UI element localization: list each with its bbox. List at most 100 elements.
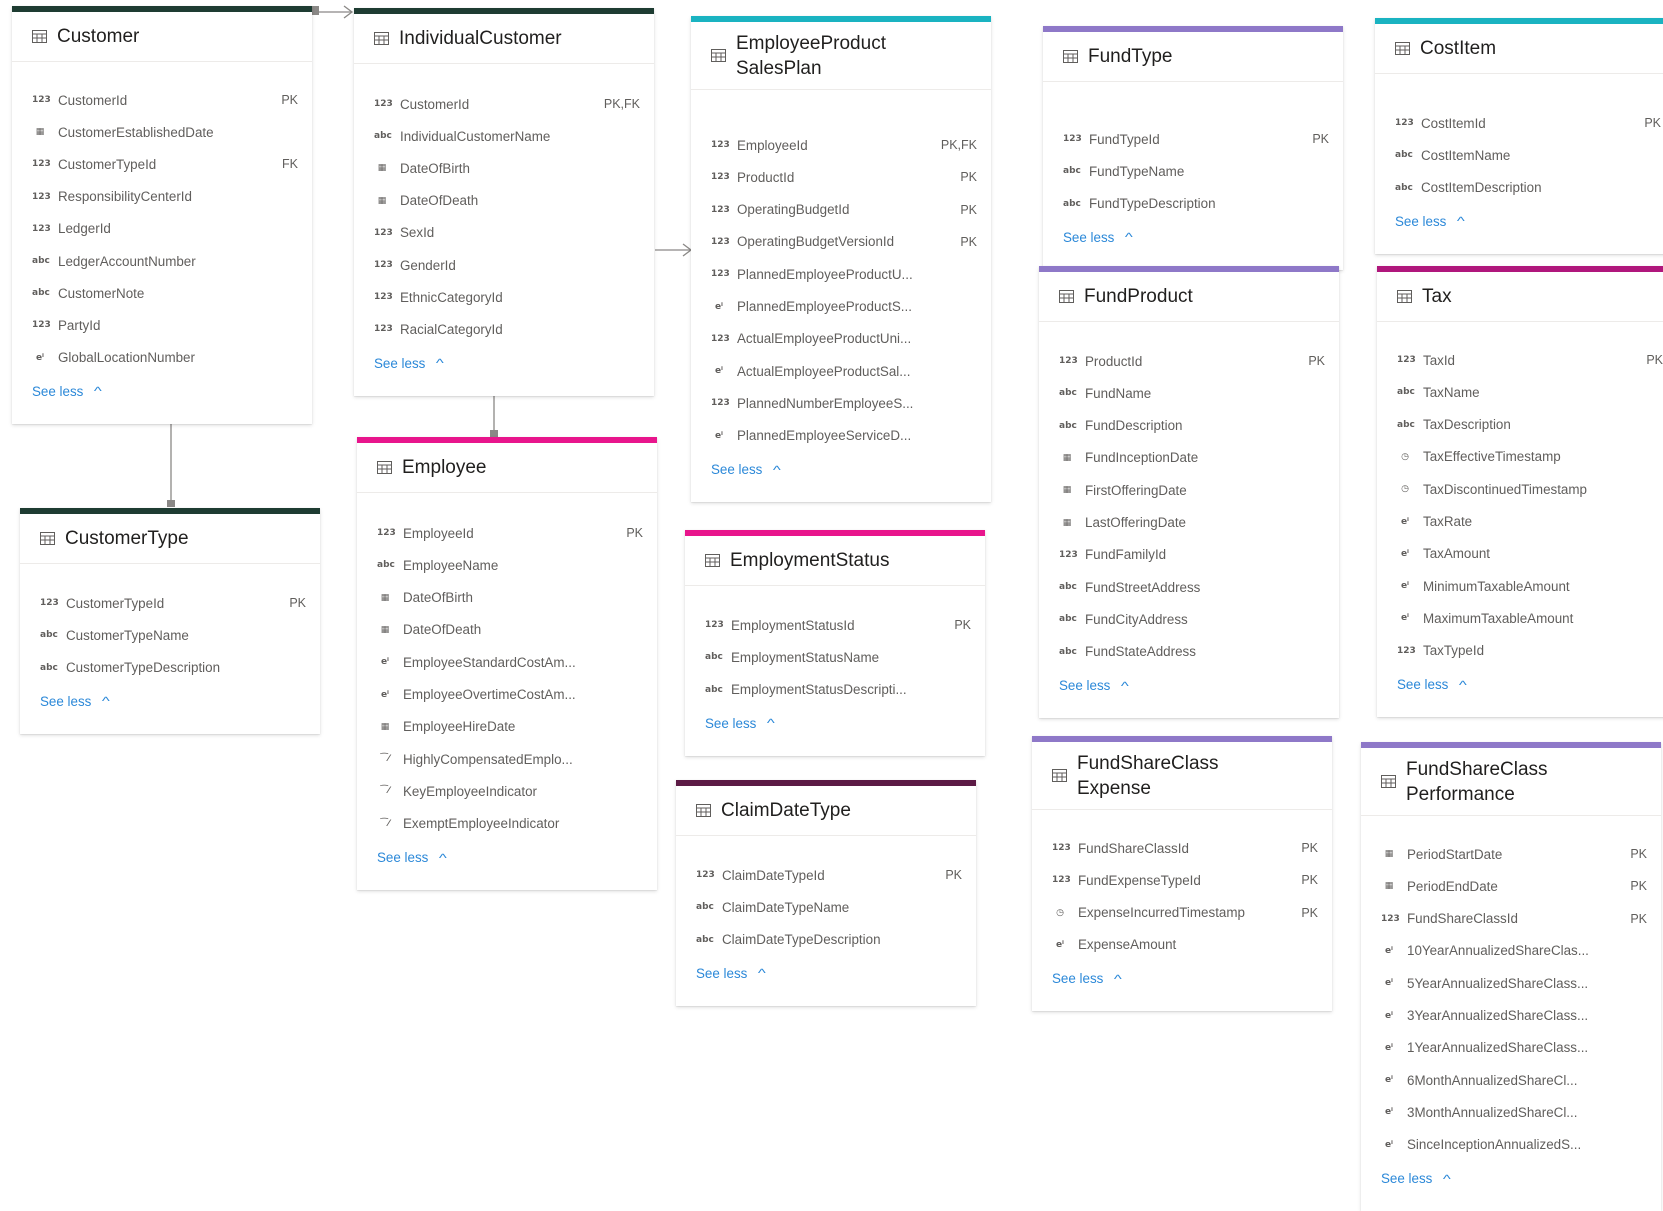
column-row[interactable]: abc CustomerNote bbox=[32, 283, 298, 303]
entity-header[interactable]: EmployeeProduct SalesPlan bbox=[691, 22, 991, 90]
column-row[interactable]: 123 PlannedNumberEmployeeS... bbox=[711, 393, 977, 413]
column-row[interactable]: eⁱ 3MonthAnnualizedShareCl... bbox=[1381, 1102, 1647, 1122]
column-row[interactable]: ▦ FirstOfferingDate bbox=[1059, 480, 1325, 500]
column-row[interactable]: abc IndividualCustomerName bbox=[374, 126, 640, 146]
see-less-link[interactable]: See less ^ bbox=[711, 462, 781, 477]
column-row[interactable]: 123 OperatingBudgetId PK bbox=[711, 200, 977, 220]
entity-card-fundproduct[interactable]: FundProduct 123 ProductId PK abc FundName abc F… bbox=[1039, 266, 1339, 718]
see-less-link[interactable]: See less ^ bbox=[705, 716, 775, 731]
column-row[interactable]: abc EmploymentStatusName bbox=[705, 647, 971, 667]
column-row[interactable]: ▦ CustomerEstablishedDate bbox=[32, 122, 298, 142]
entity-card-fundshareclassperformance[interactable]: FundShareClass Performance ▦ PeriodStartDat… bbox=[1361, 742, 1661, 1211]
column-row[interactable]: eⁱ MaximumTaxableAmount bbox=[1397, 608, 1663, 628]
column-row[interactable]: ▦ PeriodStartDate PK bbox=[1381, 844, 1647, 864]
column-row[interactable]: abc TaxDescription bbox=[1397, 415, 1663, 435]
column-row[interactable]: abc EmploymentStatusDescripti... bbox=[705, 680, 971, 700]
see-less-link[interactable]: See less ^ bbox=[1059, 678, 1129, 693]
column-row[interactable]: ◷ ExpenseIncurredTimestamp PK bbox=[1052, 903, 1318, 923]
column-row[interactable]: ▦ DateOfDeath bbox=[374, 191, 640, 211]
column-row[interactable]: abc CustomerTypeDescription bbox=[40, 658, 306, 678]
column-row[interactable]: eⁱ EmployeeOvertimeCostAm... bbox=[377, 685, 643, 705]
column-row[interactable]: abc CostItemDescription bbox=[1395, 178, 1661, 198]
column-row[interactable]: 123 ProductId PK bbox=[711, 167, 977, 187]
column-row[interactable]: 123 PlannedEmployeeProductU... bbox=[711, 264, 977, 284]
column-row[interactable]: abc ClaimDateTypeDescription bbox=[696, 930, 962, 950]
column-row[interactable]: 123 OperatingBudgetVersionId PK bbox=[711, 232, 977, 252]
entity-header[interactable]: FundType bbox=[1043, 32, 1343, 82]
column-row[interactable]: 123 FundShareClassId PK bbox=[1381, 909, 1647, 929]
column-row[interactable]: eⁱ 6MonthAnnualizedShareCl... bbox=[1381, 1070, 1647, 1090]
entity-card-tax[interactable]: Tax 123 TaxId PK abc TaxName abc TaxDescription… bbox=[1377, 266, 1663, 717]
column-row[interactable]: eⁱ PlannedEmployeeServiceD... bbox=[711, 426, 977, 446]
column-row[interactable]: ▦ EmployeeHireDate bbox=[377, 717, 643, 737]
column-row[interactable]: abc FundTypeDescription bbox=[1063, 194, 1329, 214]
column-row[interactable]: ▦ FundInceptionDate bbox=[1059, 448, 1325, 468]
entity-header[interactable]: ClaimDateType bbox=[676, 786, 976, 836]
column-row[interactable]: 123 GenderId bbox=[374, 255, 640, 275]
column-row[interactable]: 123 ActualEmployeeProductUni... bbox=[711, 329, 977, 349]
column-row[interactable]: 123 EthnicCategoryId bbox=[374, 287, 640, 307]
column-row[interactable]: 123 CustomerId PK,FK bbox=[374, 94, 640, 114]
see-less-link[interactable]: See less ^ bbox=[40, 694, 110, 709]
entity-header[interactable]: FundShareClass Performance bbox=[1361, 748, 1661, 816]
entity-header[interactable]: FundShareClass Expense bbox=[1032, 742, 1332, 810]
column-row[interactable]: abc FundCityAddress bbox=[1059, 609, 1325, 629]
column-row[interactable]: ⁀⁄ HighlyCompensatedEmplo... bbox=[377, 749, 643, 769]
column-row[interactable]: ▦ LastOfferingDate bbox=[1059, 513, 1325, 533]
entity-card-employeeproductsalesplan[interactable]: EmployeeProduct SalesPlan 123 EmployeeId PK,… bbox=[691, 16, 991, 502]
column-row[interactable]: eⁱ GlobalLocationNumber bbox=[32, 348, 298, 368]
column-row[interactable]: abc CostItemName bbox=[1395, 145, 1661, 165]
column-row[interactable]: 123 FundShareClassId PK bbox=[1052, 838, 1318, 858]
column-row[interactable]: eⁱ 10YearAnnualizedShareClas... bbox=[1381, 941, 1647, 961]
see-less-link[interactable]: See less ^ bbox=[32, 384, 102, 399]
see-less-link[interactable]: See less ^ bbox=[1063, 230, 1133, 245]
column-row[interactable]: 123 ClaimDateTypeId PK bbox=[696, 865, 962, 885]
entity-card-costitem[interactable]: CostItem 123 CostItemId PK abc CostItemName ab… bbox=[1375, 18, 1663, 254]
column-row[interactable]: 123 CustomerTypeId FK bbox=[32, 154, 298, 174]
column-row[interactable]: 123 CustomerTypeId PK bbox=[40, 593, 306, 613]
see-less-link[interactable]: See less ^ bbox=[696, 966, 766, 981]
column-row[interactable]: eⁱ 1YearAnnualizedShareClass... bbox=[1381, 1038, 1647, 1058]
entity-header[interactable]: FundProduct bbox=[1039, 272, 1339, 322]
column-row[interactable]: abc FundDescription bbox=[1059, 416, 1325, 436]
column-row[interactable]: eⁱ PlannedEmployeeProductS... bbox=[711, 297, 977, 317]
column-row[interactable]: abc EmployeeName bbox=[377, 555, 643, 575]
column-row[interactable]: 123 LedgerId bbox=[32, 219, 298, 239]
column-row[interactable]: abc CustomerTypeName bbox=[40, 625, 306, 645]
column-row[interactable]: ▦ PeriodEndDate PK bbox=[1381, 876, 1647, 896]
column-row[interactable]: abc FundName bbox=[1059, 383, 1325, 403]
see-less-link[interactable]: See less ^ bbox=[1381, 1171, 1451, 1186]
column-row[interactable]: eⁱ 3YearAnnualizedShareClass... bbox=[1381, 1006, 1647, 1026]
column-row[interactable]: 123 CustomerId PK bbox=[32, 90, 298, 110]
entity-header[interactable]: Tax bbox=[1377, 272, 1663, 322]
column-row[interactable]: abc TaxName bbox=[1397, 382, 1663, 402]
column-row[interactable]: 123 PartyId bbox=[32, 315, 298, 335]
column-row[interactable]: ⁀⁄ ExemptEmployeeIndicator bbox=[377, 814, 643, 834]
column-row[interactable]: ⁀⁄ KeyEmployeeIndicator bbox=[377, 781, 643, 801]
column-row[interactable]: 123 ResponsibilityCenterId bbox=[32, 187, 298, 207]
column-row[interactable]: 123 FundTypeId PK bbox=[1063, 129, 1329, 149]
column-row[interactable]: eⁱ SinceInceptionAnnualizedS... bbox=[1381, 1135, 1647, 1155]
see-less-link[interactable]: See less ^ bbox=[377, 850, 447, 865]
column-row[interactable]: abc ClaimDateTypeName bbox=[696, 897, 962, 917]
column-row[interactable]: eⁱ TaxRate bbox=[1397, 512, 1663, 532]
column-row[interactable]: abc FundTypeName bbox=[1063, 161, 1329, 181]
entity-header[interactable]: CustomerType bbox=[20, 514, 320, 564]
entity-card-employee[interactable]: Employee 123 EmployeeId PK abc EmployeeName ▦ D… bbox=[357, 437, 657, 890]
entity-card-fundtype[interactable]: FundType 123 FundTypeId PK abc FundTypeName ab… bbox=[1043, 26, 1343, 270]
column-row[interactable]: 123 FundFamilyId bbox=[1059, 545, 1325, 565]
entity-header[interactable]: EmploymentStatus bbox=[685, 536, 985, 586]
column-row[interactable]: 123 EmployeeId PK bbox=[377, 523, 643, 543]
column-row[interactable]: 123 ProductId PK bbox=[1059, 351, 1325, 371]
column-row[interactable]: ▦ DateOfBirth bbox=[377, 588, 643, 608]
column-row[interactable]: 123 EmployeeId PK,FK bbox=[711, 135, 977, 155]
see-less-link[interactable]: See less ^ bbox=[374, 356, 444, 371]
see-less-link[interactable]: See less ^ bbox=[1395, 214, 1465, 229]
entity-card-fundshareclassexpense[interactable]: FundShareClass Expense 123 FundShareClassId… bbox=[1032, 736, 1332, 1012]
column-row[interactable]: abc FundStreetAddress bbox=[1059, 577, 1325, 597]
entity-header[interactable]: Customer bbox=[12, 12, 312, 62]
entity-header[interactable]: CostItem bbox=[1375, 24, 1663, 74]
entity-card-employmentstatus[interactable]: EmploymentStatus 123 EmploymentStatusId PK a… bbox=[685, 530, 985, 756]
see-less-link[interactable]: See less ^ bbox=[1052, 971, 1122, 986]
column-row[interactable]: ◷ TaxDiscontinuedTimestamp bbox=[1397, 479, 1663, 499]
